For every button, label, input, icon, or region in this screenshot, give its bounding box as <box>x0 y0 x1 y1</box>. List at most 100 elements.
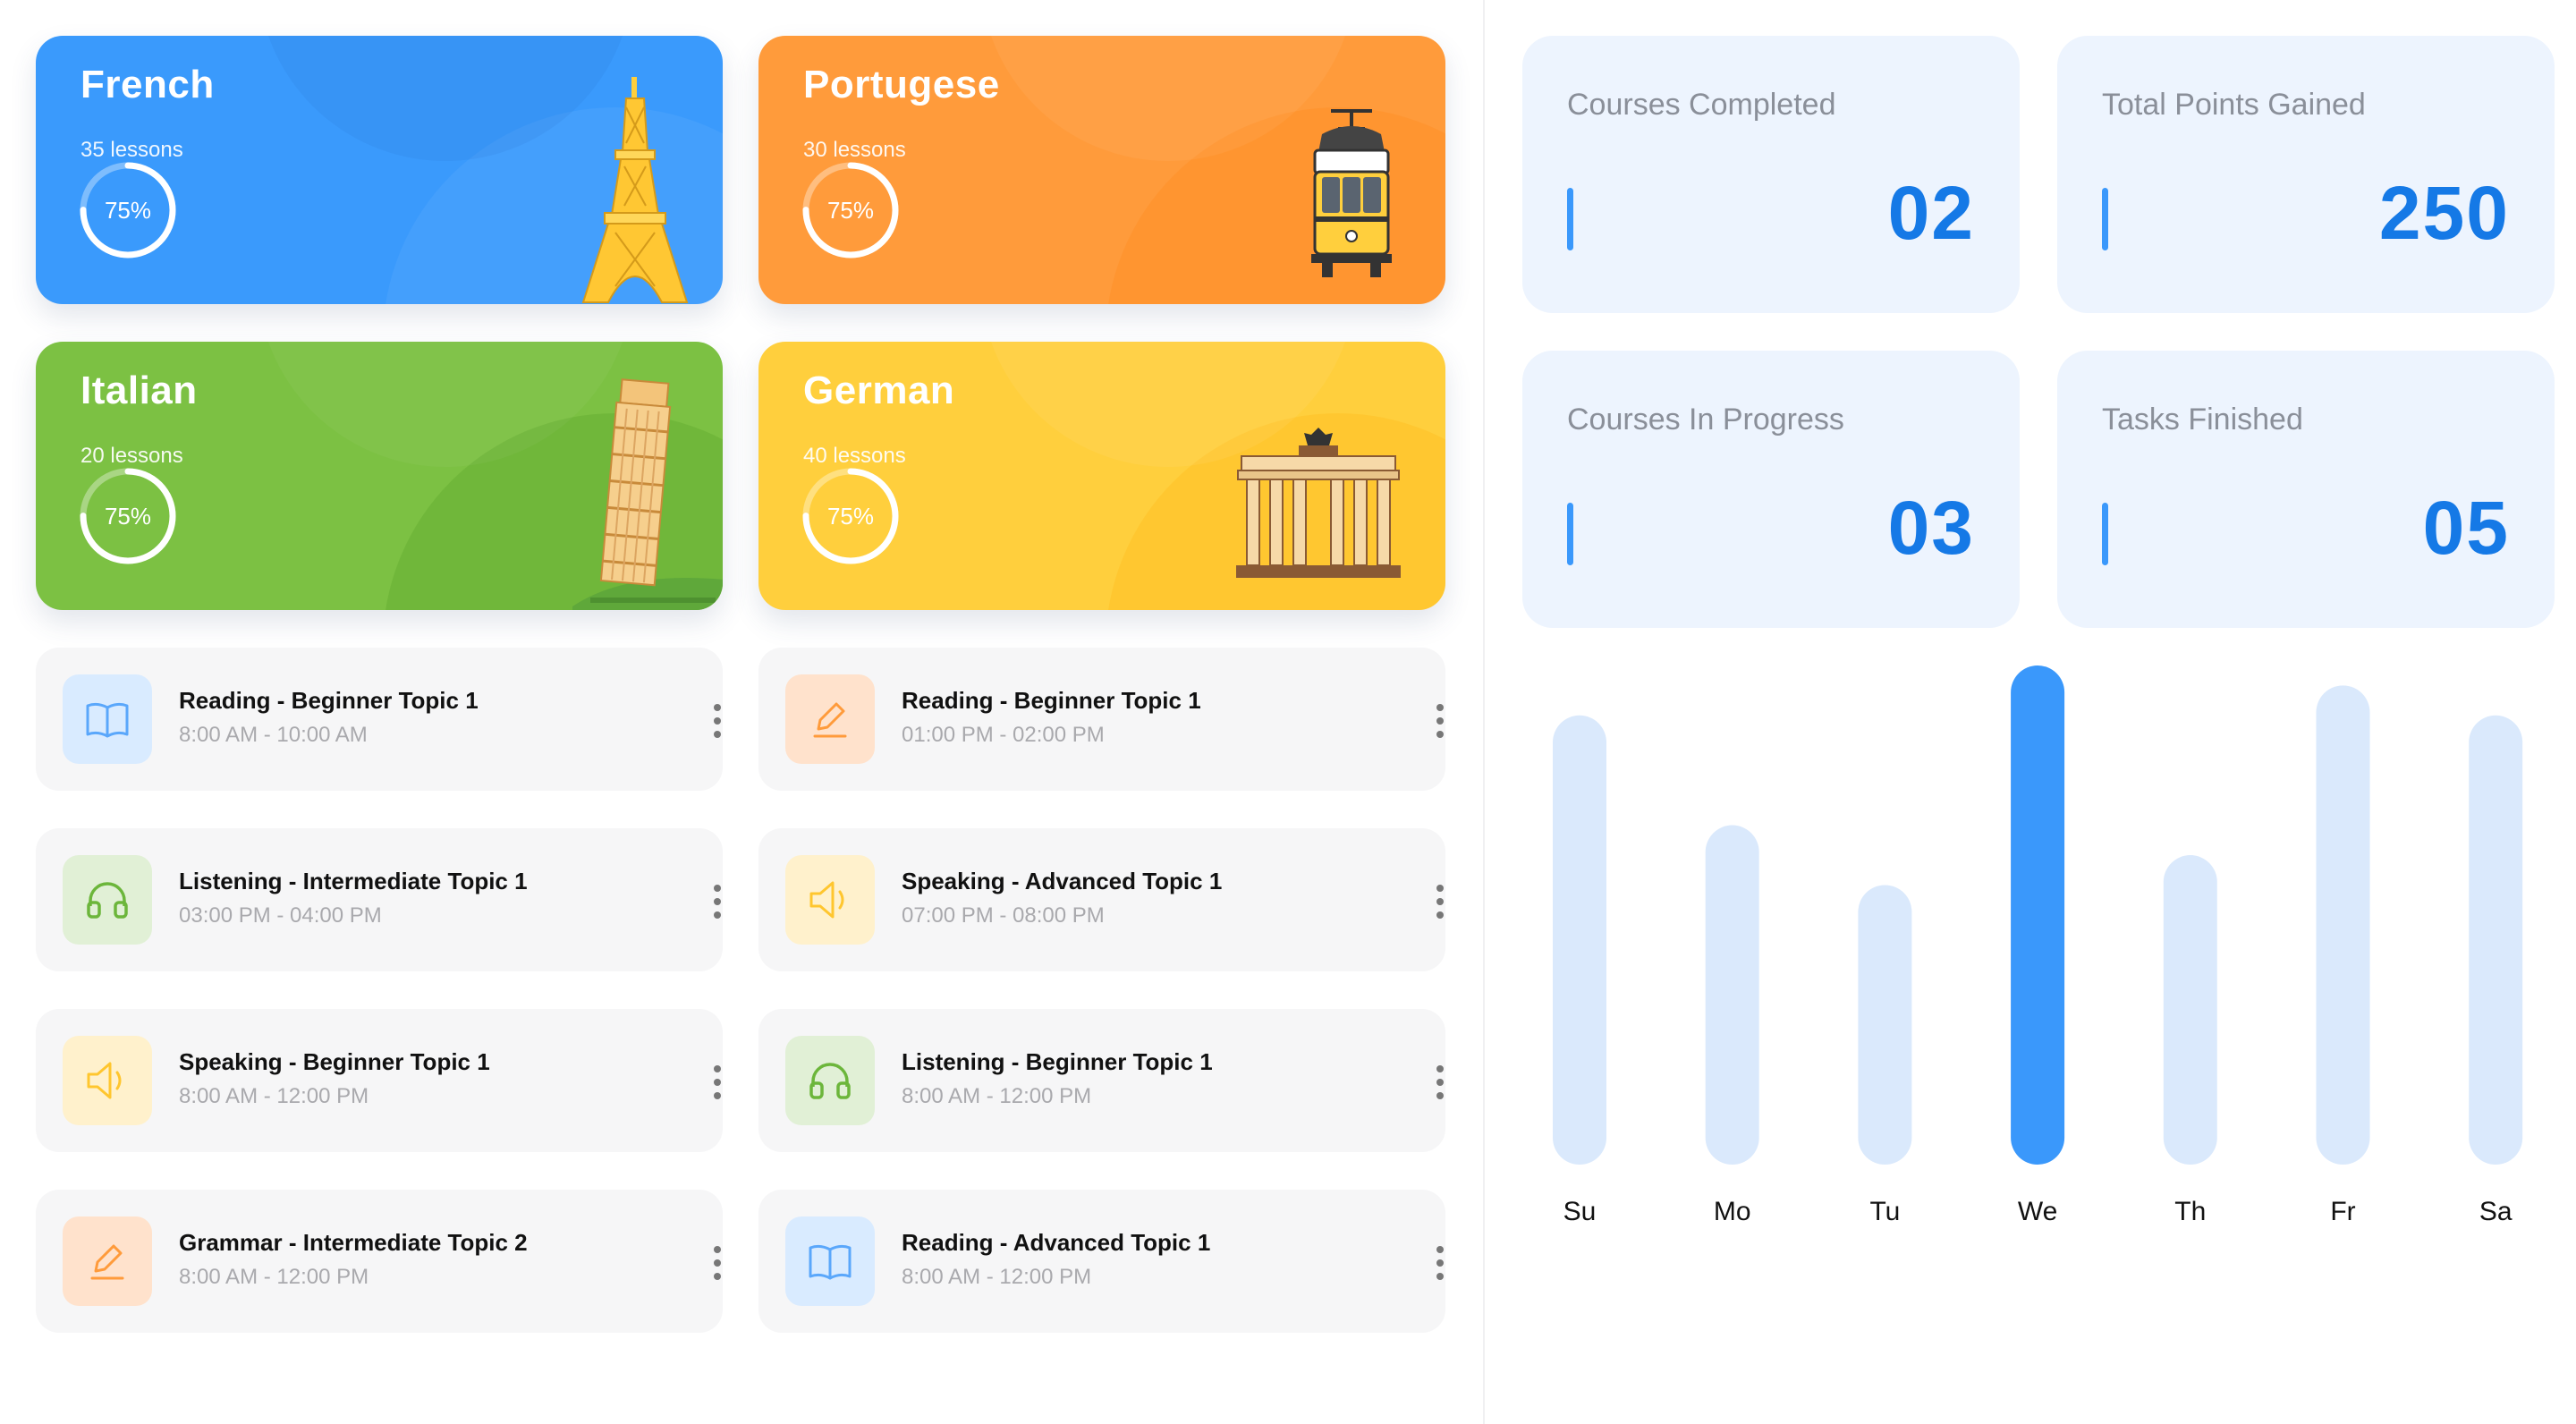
lesson-title: Listening - Beginner Topic 1 <box>902 1048 1213 1075</box>
course-card-french[interactable]: French 35 lessons 75% <box>36 36 723 304</box>
lesson-item[interactable]: Listening - Beginner Topic 1 8:00 AM - 1… <box>758 1009 1445 1152</box>
headphones-icon <box>87 882 128 919</box>
lesson-time: 07:00 PM - 08:00 PM <box>902 903 1105 928</box>
panel-divider <box>1483 0 1485 1424</box>
kebab-menu-icon <box>1436 1065 1444 1099</box>
chart-x-label-we: We <box>2017 1197 2058 1226</box>
lesson-time: 01:00 PM - 02:00 PM <box>902 723 1105 747</box>
lesson-title: Grammar - Intermediate Topic 2 <box>179 1229 528 1256</box>
pencil-icon <box>813 702 847 738</box>
progress-label: 75% <box>826 197 875 224</box>
lesson-title: Listening - Intermediate Topic 1 <box>179 868 528 894</box>
lesson-title: Reading - Advanced Topic 1 <box>902 1229 1211 1256</box>
stat-accent-bar <box>2102 188 2108 250</box>
chart-bar-th <box>2163 855 2217 1165</box>
stat-value: 05 <box>2422 486 2510 570</box>
lesson-time: 8:00 AM - 12:00 PM <box>179 1084 369 1108</box>
lesson-title: Speaking - Beginner Topic 1 <box>179 1048 490 1075</box>
chart-x-label-su: Su <box>1563 1197 1597 1226</box>
lesson-item[interactable]: Grammar - Intermediate Topic 2 8:00 AM -… <box>36 1190 723 1333</box>
chart-bar-su <box>1553 715 1606 1165</box>
stat-value: 03 <box>1887 486 1975 570</box>
lesson-icon-badge <box>785 855 875 945</box>
course-card-italian[interactable]: Italian 20 lessons 75% <box>36 342 723 610</box>
progress-ring: 75% <box>801 161 900 259</box>
more-options-button[interactable] <box>1420 701 1460 741</box>
course-lessons-count: 35 lessons <box>80 138 183 162</box>
progress-ring: 75% <box>79 467 177 565</box>
kebab-menu-icon <box>1436 704 1444 738</box>
lesson-icon-badge <box>63 674 152 764</box>
stat-label: Courses In Progress <box>1567 403 1844 437</box>
course-card-german[interactable]: German 40 lessons 75% <box>758 342 1445 610</box>
lesson-item[interactable]: Reading - Beginner Topic 1 8:00 AM - 10:… <box>36 648 723 791</box>
more-options-button[interactable] <box>1420 1063 1460 1102</box>
lesson-title: Reading - Beginner Topic 1 <box>902 687 1201 714</box>
lesson-icon-badge <box>63 1216 152 1306</box>
progress-label: 75% <box>104 503 152 530</box>
more-options-button[interactable] <box>698 701 737 741</box>
more-options-button[interactable] <box>698 882 737 921</box>
progress-ring: 75% <box>801 467 900 565</box>
lesson-time: 8:00 AM - 10:00 AM <box>179 723 368 747</box>
tram-icon <box>1311 109 1392 277</box>
speaker-icon <box>809 881 844 919</box>
progress-label: 75% <box>826 503 875 530</box>
stat-value: 250 <box>2378 171 2510 255</box>
chart-x-label-tu: Tu <box>1869 1197 1901 1226</box>
weekly-activity-chart <box>1521 653 2540 1261</box>
pencil-icon <box>90 1244 124 1280</box>
lesson-time: 8:00 AM - 12:00 PM <box>902 1265 1092 1289</box>
more-options-button[interactable] <box>1420 1243 1460 1283</box>
eiffel-tower-icon <box>581 77 689 303</box>
chart-bar-we <box>2011 665 2065 1165</box>
book-icon <box>86 702 129 738</box>
kebab-menu-icon <box>1436 1246 1444 1280</box>
stat-label: Courses Completed <box>1567 88 1836 122</box>
progress-label: 75% <box>104 197 152 224</box>
kebab-menu-icon <box>1436 885 1444 919</box>
course-lessons-count: 30 lessons <box>803 138 906 162</box>
more-options-button[interactable] <box>698 1063 737 1102</box>
course-title: Portugese <box>803 63 1000 106</box>
brandenburg-gate-icon <box>1236 428 1401 578</box>
lesson-title: Reading - Beginner Topic 1 <box>179 687 479 714</box>
lesson-icon-badge <box>63 1036 152 1125</box>
lesson-icon-badge <box>63 855 152 945</box>
lesson-time: 03:00 PM - 04:00 PM <box>179 903 382 928</box>
chart-bar-sa <box>2469 715 2523 1165</box>
more-options-button[interactable] <box>1420 882 1460 921</box>
chart-x-label-fr: Fr <box>2330 1197 2356 1226</box>
leaning-tower-icon <box>572 378 723 610</box>
chart-bar-fr <box>2316 685 2370 1165</box>
chart-bar-mo <box>1705 825 1759 1165</box>
stat-accent-bar <box>2102 503 2108 565</box>
lesson-icon-badge <box>785 1036 875 1125</box>
course-title: German <box>803 369 955 412</box>
lesson-time: 8:00 AM - 12:00 PM <box>179 1265 369 1289</box>
chart-x-label-th: Th <box>2174 1197 2207 1226</box>
lesson-item[interactable]: Speaking - Advanced Topic 1 07:00 PM - 0… <box>758 828 1445 971</box>
kebab-menu-icon <box>714 1246 721 1280</box>
kebab-menu-icon <box>714 1065 721 1099</box>
course-title: Italian <box>80 369 198 412</box>
stat-label: Tasks Finished <box>2102 403 2303 437</box>
lesson-item[interactable]: Reading - Advanced Topic 1 8:00 AM - 12:… <box>758 1190 1445 1333</box>
lesson-item[interactable]: Listening - Intermediate Topic 1 03:00 P… <box>36 828 723 971</box>
kebab-menu-icon <box>714 704 721 738</box>
chart-bar-tu <box>1858 885 1912 1165</box>
lesson-icon-badge <box>785 674 875 764</box>
course-title: French <box>80 63 215 106</box>
progress-ring: 75% <box>79 161 177 259</box>
more-options-button[interactable] <box>698 1243 737 1283</box>
stat-card-tasks-finished: Tasks Finished 05 <box>2057 351 2555 628</box>
lesson-item[interactable]: Reading - Beginner Topic 1 01:00 PM - 02… <box>758 648 1445 791</box>
lesson-item[interactable]: Speaking - Beginner Topic 1 8:00 AM - 12… <box>36 1009 723 1152</box>
speaker-icon <box>87 1062 122 1099</box>
stat-card-courses-in-progress: Courses In Progress 03 <box>1522 351 2020 628</box>
chart-x-label-mo: Mo <box>1713 1197 1751 1226</box>
book-icon <box>809 1244 852 1280</box>
course-lessons-count: 40 lessons <box>803 444 906 468</box>
stat-value: 02 <box>1887 171 1975 255</box>
course-card-portugese[interactable]: Portugese 30 lessons 75% <box>758 36 1445 304</box>
